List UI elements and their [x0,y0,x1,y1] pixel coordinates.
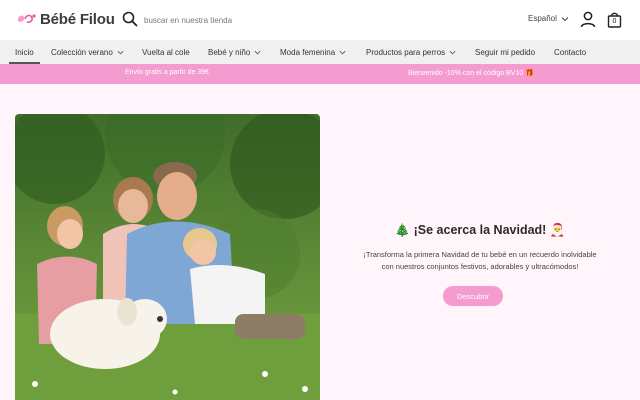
logo-text: Bébé Filou [40,10,115,28]
nav-item-label: Contacto [554,47,587,57]
logo-mark-icon [18,14,36,24]
nav-item-inicio[interactable]: Inicio [9,40,40,64]
nav-item-label: Bebé y niño [208,47,251,57]
nav-item-label: Seguir mi pedido [475,47,536,57]
promo-bar: Envío gratis a partir de 39€ Bienvenido … [0,64,640,84]
logo[interactable]: Bébé Filou [16,9,115,29]
nav-item-bebe-y-nino[interactable]: Bebé y niño [208,40,261,64]
nav-item-contacto[interactable]: Contacto [554,40,586,64]
nav-item-label: Inicio [15,47,34,57]
main-nav: Inicio Colección verano Vuelta al cole B… [0,40,640,64]
nav-item-label: Colección verano [51,47,113,57]
nav-item-vuelta-al-cole[interactable]: Vuelta al cole [142,40,190,64]
family-photo-icon [15,114,320,400]
hero-description-line: ¡Transforma la primera Navidad de tu beb… [363,250,597,259]
promo-welcome-code: Bienvenido -10% con el código BV10 🎁 [408,70,534,77]
hero-description-line: con nuestros conjuntos festivos, adorabl… [381,262,579,271]
nav-item-label: Moda femenina [280,47,336,57]
hero-title: 🎄 ¡Se acerca la Navidad! 🎅 [394,223,566,237]
nav-item-coleccion-verano[interactable]: Colección verano [51,40,124,64]
chevron-down-icon [339,50,346,54]
language-selector[interactable]: Español [528,14,569,23]
user-account-icon[interactable] [580,11,596,28]
hero-description: ¡Transforma la primera Navidad de tu beb… [340,249,620,273]
nav-item-moda-femenina[interactable]: Moda femenina [280,40,346,64]
chevron-down-icon [254,50,261,54]
discover-button[interactable]: Descubrir [443,286,503,306]
chevron-down-icon [449,50,456,54]
nav-item-label: Vuelta al cole [142,47,190,57]
search-icon[interactable] [122,11,138,27]
cart-count: 0 [612,18,617,25]
chevron-down-icon [561,16,569,21]
language-label: Español [528,14,557,23]
promo-free-shipping: Envío gratis a partir de 39€ [125,69,210,76]
nav-item-label: Productos para perros [366,47,446,57]
cart-button[interactable]: 0 [607,11,622,28]
search-input[interactable] [144,12,324,28]
hero-family-image [15,114,320,400]
nav-item-seguir-mi-pedido[interactable]: Seguir mi pedido [475,40,535,64]
chevron-down-icon [117,50,124,54]
nav-item-productos-para-perros[interactable]: Productos para perros [366,40,456,64]
site-header: Bébé Filou Español 0 [0,0,640,40]
